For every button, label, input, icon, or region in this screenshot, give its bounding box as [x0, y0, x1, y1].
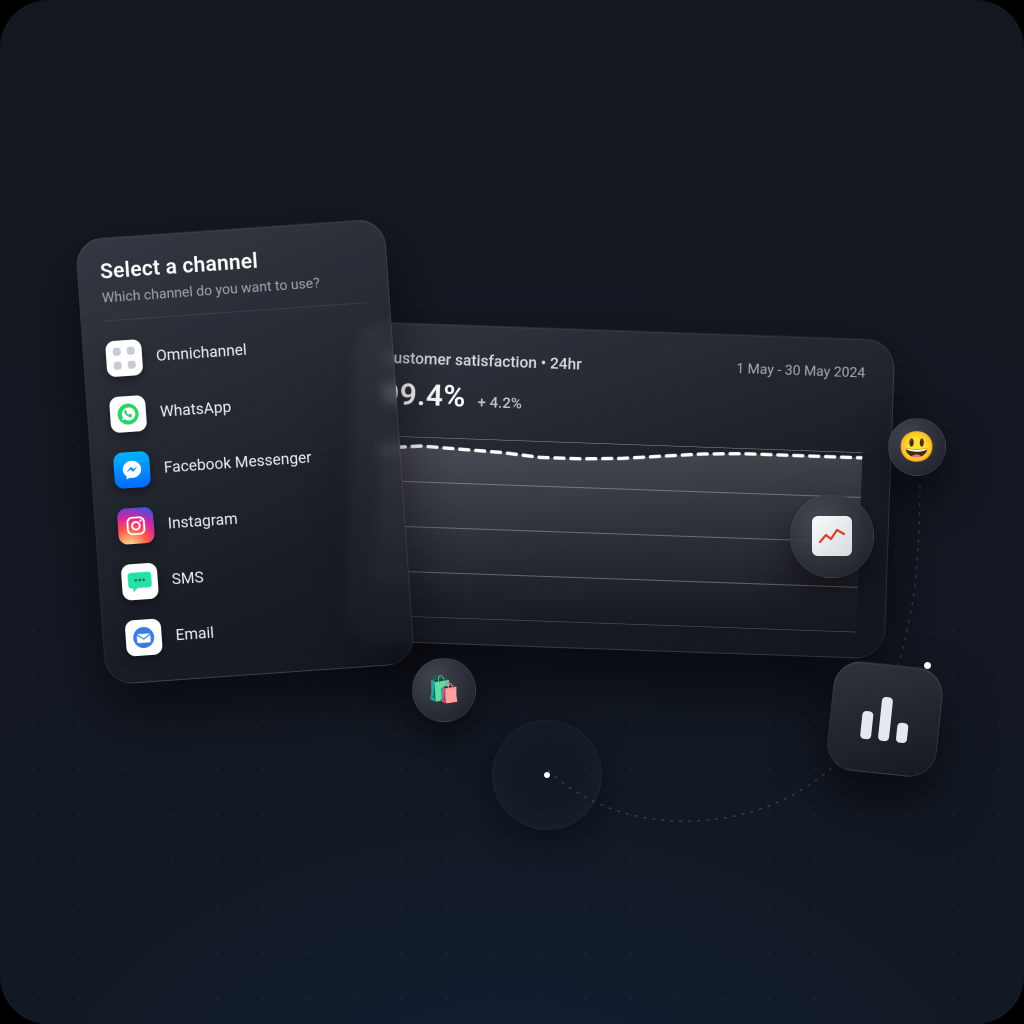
channel-item-sms[interactable]: SMS — [121, 547, 387, 601]
channel-label: Instagram — [167, 510, 238, 533]
shopping-bags-icon: 🛍️ — [428, 675, 460, 705]
chart-title: Customer satisfaction • 24hr — [383, 349, 582, 374]
channel-label: SMS — [171, 568, 204, 588]
satisfaction-chart-card: Customer satisfaction • 24hr 1 May - 30 … — [345, 321, 896, 660]
sms-icon — [121, 562, 159, 600]
messenger-icon — [113, 451, 151, 489]
shopping-bags-bubble: 🛍️ — [412, 658, 476, 722]
smile-emoji-bubble: 😃 — [888, 418, 946, 476]
chart-date-range: 1 May - 30 May 2024 — [736, 361, 866, 381]
smile-emoji-icon: 😃 — [898, 430, 935, 465]
orbit-dot — [924, 662, 931, 669]
orbit-ring — [492, 720, 602, 830]
promo-stage: Select a channel Which channel do you wa… — [0, 0, 1024, 1024]
channel-label: Facebook Messenger — [163, 448, 312, 476]
email-icon — [125, 618, 163, 656]
bar-chart-tile — [825, 659, 946, 780]
channel-item-omnichannel[interactable]: Omnichannel — [105, 323, 371, 377]
channel-label: Email — [175, 624, 215, 645]
channel-selector-card: Select a channel Which channel do you wa… — [75, 218, 415, 686]
instagram-icon — [117, 507, 155, 545]
channel-item-email[interactable]: Email — [125, 602, 391, 656]
trend-document-bubble — [790, 494, 874, 578]
channel-label: Omnichannel — [155, 341, 247, 365]
omnichannel-icon — [105, 339, 143, 377]
whatsapp-icon — [109, 395, 147, 433]
channel-item-instagram[interactable]: Instagram — [117, 491, 383, 545]
chart-delta: + 4.2% — [477, 393, 522, 413]
trend-document-icon — [812, 516, 852, 556]
channel-label: WhatsApp — [159, 398, 231, 421]
divider — [104, 302, 367, 321]
bar-chart-icon — [859, 695, 910, 744]
channel-item-whatsapp[interactable]: WhatsApp — [109, 379, 375, 433]
channel-list: Omnichannel WhatsApp Facebook Messenger … — [105, 323, 390, 657]
channel-item-messenger[interactable]: Facebook Messenger — [113, 435, 379, 489]
